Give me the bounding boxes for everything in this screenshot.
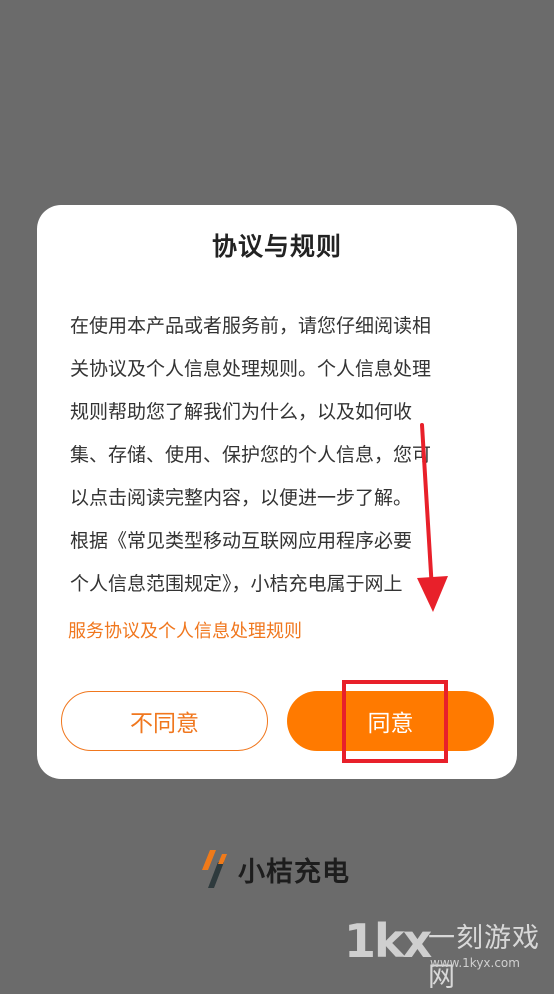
disagree-button[interactable]: 不同意 [61,691,268,751]
brand-logo-icon [202,850,227,888]
agreement-text-line: 关协议及个人信息处理规则。个人信息处理 [70,358,432,380]
agreement-text-line: 根据《常见类型移动互联网应用程序必要 [70,530,413,552]
watermark-url: www.1kyx.com [430,956,520,970]
watermark-name: 一刻游戏网 [428,923,540,993]
agreement-text-line: 规则帮助您了解我们为什么，以及如何收 [70,401,413,423]
brand-name: 小桔充电 [238,856,350,888]
service-agreement-link[interactable]: 服务协议及个人信息处理规则 [68,617,302,643]
dialog-title: 协议与规则 [211,232,342,261]
watermark-logo: 1kx [344,914,432,968]
agreement-text-line: 集、存储、使用、保护您的个人信息，您可 [70,444,432,466]
brand-footer: 小桔充电 [200,848,350,890]
agreement-text-line: 个人信息范围规定》，小桔充电属于网上 [70,573,403,593]
agreement-text-line: 以点击阅读完整内容，以便进一步了解。 [70,487,413,509]
agreement-dialog: 协议与规则 在使用本产品或者服务前，请您仔细阅读相 关协议及个人信息处理规则。个… [37,205,517,779]
agreement-text-scroll[interactable]: 在使用本产品或者服务前，请您仔细阅读相 关协议及个人信息处理规则。个人信息处理 … [70,305,486,593]
agreement-text-line: 在使用本产品或者服务前，请您仔细阅读相 [70,315,432,337]
agree-button[interactable]: 同意 [287,691,494,751]
site-watermark: 1kx 一刻游戏网 www.1kyx.com [344,912,554,993]
